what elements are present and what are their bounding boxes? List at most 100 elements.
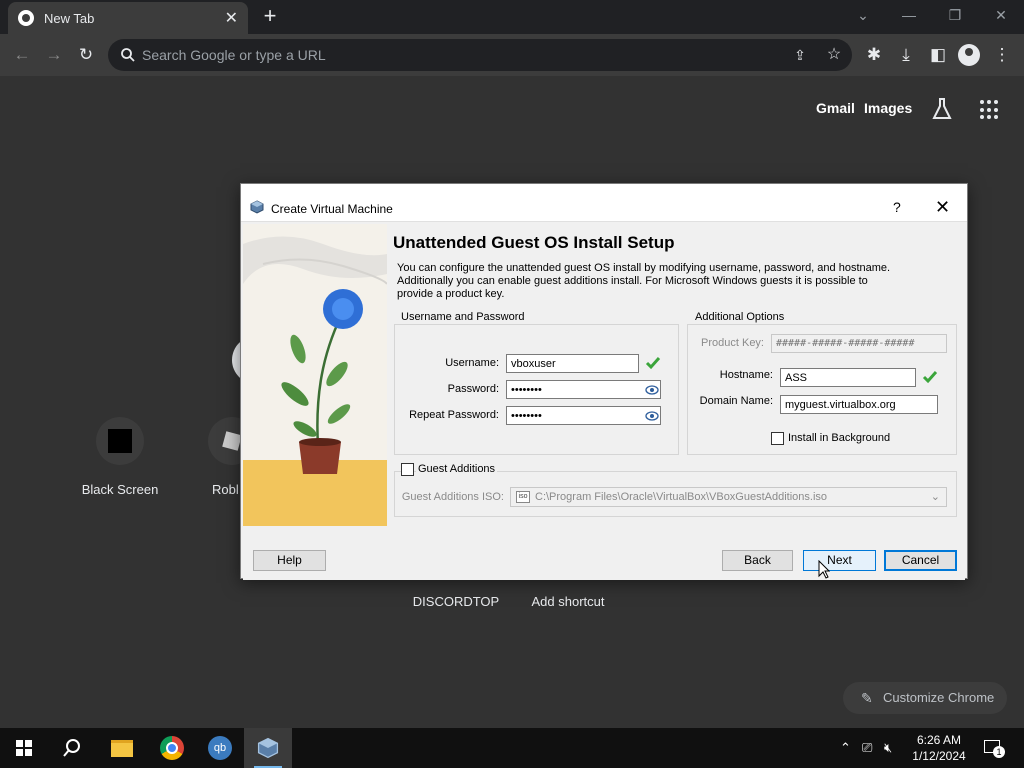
guest-additions-label: Guest Additions [416,463,498,475]
chrome-icon [160,736,184,760]
hostname-label: Hostname: [719,369,773,381]
shortcut-label[interactable]: Black Screen [70,482,170,497]
windows-logo-icon [16,740,32,756]
cancel-button[interactable]: Cancel [884,550,957,571]
search-icon [121,48,135,62]
virtualbox-icon [250,200,264,214]
product-key-label: Product Key: [701,337,764,349]
taskbar-virtualbox[interactable] [244,728,292,768]
qbittorrent-icon: qb [208,736,232,760]
guest-additions-iso-label: Guest Additions ISO: [401,491,504,503]
dialog-footer: Help Back Next Cancel [243,540,965,580]
username-field[interactable] [506,354,639,373]
share-icon[interactable]: ⇪ [788,43,812,67]
taskbar-file-explorer[interactable] [98,728,146,768]
page-title: Unattended Guest OS Install Setup [393,233,675,252]
install-background-checkbox[interactable] [771,432,784,445]
taskbar-chrome[interactable] [148,728,196,768]
speaker-muted-icon[interactable]: 🔇︎ [884,740,892,756]
apps-grid-icon[interactable] [980,100,1000,120]
username-label: Username: [445,357,499,369]
shortcut-black-screen[interactable] [96,417,144,465]
notification-center-button[interactable]: 1 [982,738,1005,758]
omnibox[interactable]: ⇪ ☆ [108,39,852,71]
page-description: You can configure the unattended guest O… [397,262,891,300]
shortcut-label[interactable]: Robl [212,482,239,497]
network-icon[interactable]: ⎚ [862,740,872,756]
side-panel-icon[interactable]: ◧ [926,43,950,67]
mouse-cursor-icon [818,560,830,579]
close-icon[interactable]: ✕ [225,8,238,28]
domain-name-field[interactable] [780,395,938,414]
forward-arrow-icon[interactable]: → [42,43,66,67]
folder-icon [111,740,133,757]
check-icon [922,371,938,384]
close-window-icon[interactable]: ✕ [978,0,1024,30]
help-question-icon[interactable]: ? [893,199,901,215]
eye-icon[interactable] [645,410,659,422]
tab-new-tab[interactable]: New Tab ✕ [8,2,248,34]
iso-file-icon: iso [516,491,530,503]
group-title: Additional Options [693,311,787,323]
dialog-title: Create Virtual Machine [271,202,393,216]
gmail-link[interactable]: Gmail [816,100,855,116]
browser-toolbar: ← → ↻ ⇪ ☆ ✱ ⤓ ◧ ⋮ [0,34,1024,76]
password-field[interactable] [506,380,661,399]
windows-taskbar: qb ⌃ ⎚ 🔇︎ 6:26 AM 1/12/2024 1 [0,728,1024,768]
repeat-password-field[interactable] [506,406,661,425]
customize-chrome-button[interactable]: ✎ Customize Chrome [843,682,1007,714]
search-icon [63,739,80,757]
guest-additions-checkbox[interactable] [401,463,414,476]
roblox-favicon [222,431,242,451]
next-button[interactable]: Next [803,550,876,571]
iso-path: C:\Program Files\Oracle\VirtualBox\VBoxG… [535,491,828,503]
black-screen-favicon [108,429,132,453]
minimize-icon[interactable]: — [886,0,932,30]
plus-icon[interactable]: + [258,4,282,28]
images-link[interactable]: Images [864,100,912,116]
taskbar-search-button[interactable] [48,728,96,768]
restore-icon[interactable]: ❐ [932,0,978,30]
omnibox-input[interactable] [142,45,782,65]
domain-name-label: Domain Name: [699,395,773,407]
download-icon[interactable]: ⤓ [894,43,918,67]
chevron-up-icon[interactable]: ⌃ [840,740,851,756]
dialog-titlebar: Create Virtual Machine ? ✕ [241,184,967,222]
tab-title: New Tab [44,10,95,26]
add-shortcut-label[interactable]: Add shortcut [524,594,612,609]
profile-avatar[interactable] [958,44,980,66]
shortcut-label[interactable]: DISCORDTOP [410,594,502,609]
hostname-field[interactable] [780,368,916,387]
pencil-icon: ✎ [861,690,873,706]
chrome-icon [18,10,34,26]
chevron-down-icon[interactable]: ⌄ [840,0,886,30]
clock-time: 6:26 AM [916,733,962,747]
install-background-label: Install in Background [788,432,891,444]
check-icon [645,357,661,370]
tab-strip: New Tab ✕ + ⌄ — ❐ ✕ [0,0,1024,34]
taskbar-clock[interactable]: 6:26 AM 1/12/2024 [904,732,974,764]
start-button[interactable] [0,728,48,768]
notification-badge: 1 [993,746,1005,758]
customize-label: Customize Chrome [883,690,995,705]
wizard-illustration [243,224,387,526]
back-arrow-icon[interactable]: ← [10,43,34,67]
product-key-field[interactable] [771,334,947,353]
virtualbox-icon [257,737,279,759]
reload-icon[interactable]: ↻ [74,43,98,67]
guest-additions-iso-select[interactable]: iso C:\Program Files\Oracle\VirtualBox\V… [510,487,947,507]
chevron-down-icon: ⌄ [930,491,940,503]
close-icon[interactable]: ✕ [935,197,950,218]
eye-icon[interactable] [645,384,659,396]
create-vm-dialog: Create Virtual Machine ? ✕ Unattended Gu… [240,183,968,580]
extensions-icon[interactable]: ✱ [862,43,886,67]
labs-flask-icon[interactable] [931,97,953,121]
taskbar-qbittorrent[interactable]: qb [196,728,244,768]
clock-date: 1/12/2024 [912,749,966,763]
star-icon[interactable]: ☆ [822,43,846,67]
menu-dots-icon[interactable]: ⋮ [990,43,1014,67]
help-button[interactable]: Help [253,550,326,571]
repeat-password-label: Repeat Password: [409,409,499,421]
password-label: Password: [447,383,499,395]
back-button[interactable]: Back [722,550,793,571]
